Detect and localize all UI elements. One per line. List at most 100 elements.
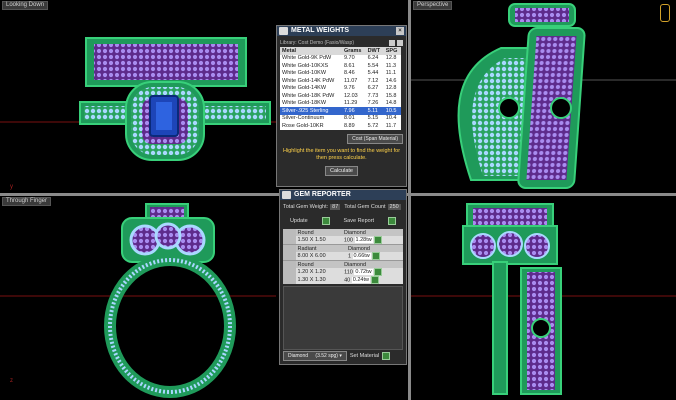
gem-thumb-icon (283, 229, 296, 244)
metal-name: White Gold-9K PdW (280, 54, 342, 62)
col-metal[interactable]: Metal (280, 47, 342, 55)
gem-shape: Round (297, 229, 314, 236)
metal-weights-titlebar[interactable]: METAL WEIGHTS × (277, 26, 406, 36)
metal-weights-panel: METAL WEIGHTS × Library: Cost Demo (Fasi… (276, 25, 407, 187)
save-icon[interactable] (388, 217, 396, 225)
calculate-button[interactable]: Calculate (325, 165, 358, 176)
metal-name: White Gold-18KW (280, 99, 342, 107)
metal-name: White Gold-10KXS (280, 62, 342, 70)
total-weight-value: 87 (330, 203, 341, 210)
gem-thumb-icon (283, 261, 296, 284)
viewport-bottom-right[interactable] (411, 196, 676, 400)
metal-name: Silver-Continuum (280, 114, 342, 122)
col-dwt[interactable]: DWT (365, 47, 384, 55)
dwt-value: 6.24 (365, 54, 384, 62)
dwt-value: 5.54 (365, 62, 384, 70)
table-row[interactable]: White Gold-14K PdW 11.07 7.12 14.6 (280, 77, 401, 85)
gem-line[interactable]: 1.20 X 1.20 110 0.72tw (296, 268, 403, 276)
set-material-button[interactable]: Set Material (350, 353, 379, 359)
save-report-button[interactable]: Save Report (344, 218, 375, 224)
gem-line[interactable]: 1.30 X 1.30 40 0.24tw (296, 276, 403, 284)
gem-count: 1 (347, 253, 352, 260)
library-label: Library: Cost Demo (Fasio/Wasp) (280, 39, 354, 46)
gem-line[interactable]: 1.50 X 1.50 100 1.28tw (296, 236, 403, 244)
spg-value: 12.8 (383, 84, 401, 92)
table-row[interactable]: White Gold-14KW 9.76 6.27 12.8 (280, 84, 401, 92)
update-icon[interactable] (321, 217, 330, 225)
dwt-value: 6.27 (365, 84, 384, 92)
metal-name: White Gold-10KW (280, 69, 342, 77)
metal-name: White Gold-14KW (280, 84, 342, 92)
gem-size: 1.30 X 1.30 (297, 277, 326, 283)
table-row[interactable]: White Gold-10KXS 8.61 5.54 11.3 (280, 62, 401, 70)
gem-line-button[interactable] (371, 276, 380, 284)
svg-text:z: z (10, 378, 13, 384)
grams-value: 8.61 (341, 62, 366, 70)
gem-material: Diamond (343, 229, 366, 236)
dwt-value: 7.73 (365, 92, 384, 100)
ring-perspective-view (411, 3, 676, 189)
dwt-value: 5.11 (365, 107, 384, 115)
grams-value: 11.07 (341, 77, 366, 85)
gem-line-button[interactable] (374, 236, 383, 244)
viewport-top-right[interactable]: Perspective (411, 0, 676, 193)
grams-value: 8.01 (341, 114, 366, 122)
ring-side-view (411, 203, 676, 395)
table-row[interactable]: White Gold-9K PdW 9.70 6.24 12.8 (280, 54, 401, 62)
gem-reporter-titlebar[interactable]: GEM REPORTER (280, 190, 406, 200)
viewport-top-left[interactable]: Looking Down y (0, 0, 276, 193)
col-grams[interactable]: Grams (341, 47, 366, 55)
grid-view-icon[interactable] (397, 39, 403, 46)
table-row[interactable]: White Gold-10KW 8.46 5.44 11.1 (280, 69, 401, 77)
material-select[interactable]: Diamond (3.52 spg) ▾ (283, 351, 347, 361)
ring-through-finger-view: z (0, 203, 276, 398)
spg-value: 11.1 (383, 69, 401, 77)
spg-value: 10.5 (383, 107, 401, 115)
set-material-icon[interactable] (382, 352, 391, 360)
viewport-splitter-vertical[interactable] (408, 0, 411, 400)
spg-value: 15.8 (383, 92, 401, 100)
svg-text:y: y (10, 184, 13, 190)
gem-count: 110 (344, 269, 353, 276)
gem-reporter-panel: GEM REPORTER Total Gem Weight: 87 Total … (279, 189, 407, 365)
gem-weight: 0.72tw (354, 269, 373, 276)
gem-thumb-icon (283, 245, 296, 260)
orientation-icon[interactable] (660, 4, 670, 22)
table-row[interactable]: White Gold-18K PdW 12.03 7.73 15.8 (280, 92, 401, 100)
gem-count: 100 (343, 237, 353, 244)
close-icon[interactable]: × (396, 27, 404, 35)
table-row[interactable]: Rose Gold-10KR 8.89 5.72 11.7 (280, 122, 401, 130)
metal-name: White Gold-18K PdW (280, 92, 342, 100)
metal-name: Rose Gold-10KR (280, 122, 342, 130)
gem-line-button[interactable] (374, 268, 383, 276)
grams-value: 8.89 (341, 122, 366, 130)
gem-group[interactable]: Round Diamond 1.20 X 1.20 110 0.72tw 1.3… (283, 261, 403, 284)
gem-weight: 0.66tw (352, 253, 371, 260)
table-row[interactable]: White Gold-18KW 11.29 7.26 14.8 (280, 99, 401, 107)
gem-material: Diamond (347, 245, 370, 252)
total-weight-label: Total Gem Weight: (283, 203, 329, 210)
gem-line-button[interactable] (372, 252, 381, 260)
viewport-bottom-left[interactable]: Through Finger z (0, 196, 276, 400)
total-count-value: 250 (387, 203, 401, 210)
table-row-selected[interactable]: Silver-.925 Sterling 7.96 5.11 10.5 (280, 107, 401, 115)
gem-group[interactable]: Round Diamond 1.50 X 1.50 100 1.28tw (283, 229, 403, 245)
gem-group[interactable]: Radiant Diamond 8.00 X 6.00 1 0.66tw (283, 245, 403, 261)
spg-value: 14.8 (383, 99, 401, 107)
gem-shape: Radiant (297, 245, 317, 252)
col-spg[interactable]: SPG (383, 47, 401, 55)
material-dropdown[interactable]: Cost (Span Material) (347, 133, 403, 144)
grams-value: 11.29 (341, 99, 366, 107)
table-row[interactable]: Silver-Continuum 8.01 5.15 10.4 (280, 114, 401, 122)
panel-icon (282, 191, 291, 199)
gem-size: 8.00 X 6.00 (297, 253, 326, 259)
dwt-value: 7.12 (365, 77, 384, 85)
gem-line[interactable]: 8.00 X 6.00 1 0.66tw (296, 252, 403, 260)
gem-reporter-title: GEM REPORTER (294, 191, 351, 198)
spg-value: 10.4 (383, 114, 401, 122)
update-button[interactable]: Update (290, 218, 308, 224)
spg-value: 12.8 (383, 54, 401, 62)
list-view-icon[interactable] (389, 39, 395, 46)
metal-weights-table: Metal Grams DWT SPG White Gold-9K PdW 9.7… (280, 47, 401, 130)
gem-group-header: Radiant Diamond (295, 245, 403, 252)
